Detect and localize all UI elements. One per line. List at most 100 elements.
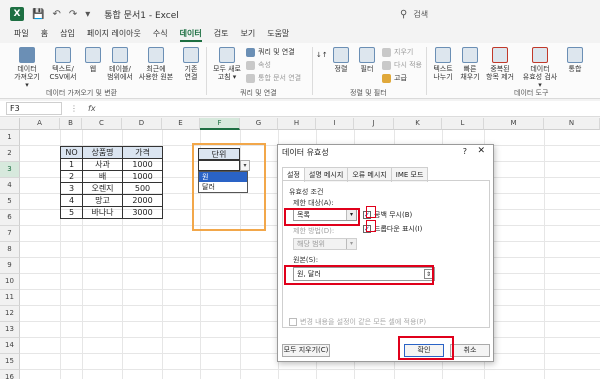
table-cell[interactable]: 배 bbox=[82, 170, 123, 183]
row-header[interactable]: 7 bbox=[0, 226, 20, 242]
table-cell[interactable]: 1 bbox=[60, 158, 83, 171]
close-button[interactable]: ✕ bbox=[477, 146, 485, 156]
header-cell[interactable]: 가격 bbox=[122, 146, 163, 159]
row-header[interactable]: 1 bbox=[0, 130, 20, 146]
name-box[interactable]: F3 bbox=[6, 102, 62, 115]
row-header[interactable]: 6 bbox=[0, 210, 20, 226]
tab-review[interactable]: 검토 bbox=[210, 28, 237, 42]
column-header[interactable]: A bbox=[20, 118, 60, 130]
properties-button[interactable]: 속성 bbox=[246, 60, 271, 70]
column-header[interactable]: D bbox=[122, 118, 162, 130]
dropdown-option-dollar[interactable]: 달러 bbox=[199, 182, 247, 192]
row-header[interactable]: 2 bbox=[0, 146, 20, 162]
dropdown-arrow-button[interactable]: ▾ bbox=[240, 160, 250, 171]
tab-data[interactable]: 데이터 bbox=[176, 28, 210, 42]
unit-header-cell[interactable]: 단위 bbox=[198, 148, 240, 160]
table-cell[interactable]: 사과 bbox=[82, 158, 123, 171]
header-cell[interactable]: 상품명 bbox=[82, 146, 123, 159]
row-header[interactable]: 15 bbox=[0, 354, 20, 370]
row-header[interactable]: 16 bbox=[0, 370, 20, 379]
customize-icon[interactable]: ▾ bbox=[85, 9, 90, 20]
clear-all-button[interactable]: 모두 지우기(C) bbox=[282, 344, 330, 357]
column-header[interactable]: H bbox=[278, 118, 316, 130]
tab-home[interactable]: 홈 bbox=[37, 28, 56, 42]
existing-connections-button[interactable]: 기존 연결 bbox=[180, 47, 202, 81]
column-header-selected[interactable]: F bbox=[200, 118, 240, 130]
edit-links-button[interactable]: 통합 문서 연결 bbox=[246, 73, 301, 83]
get-data-button[interactable]: 데이터 가져오기 ▾ bbox=[14, 47, 40, 89]
tab-view[interactable]: 보기 bbox=[236, 28, 263, 42]
row-header[interactable]: 4 bbox=[0, 178, 20, 194]
consolidate-button[interactable]: 통합 bbox=[564, 47, 586, 73]
table-cell[interactable]: 1000 bbox=[122, 170, 163, 183]
filter-button[interactable]: 필터 bbox=[358, 47, 376, 73]
flash-fill-button[interactable]: 빠른 채우기 bbox=[458, 47, 482, 81]
column-header[interactable]: K bbox=[394, 118, 442, 130]
settings-panel: 유효성 조건 제한 대상(A): 목록 ▾ ✓ 공백 무시(B) ✓ 드롭다운 … bbox=[282, 180, 490, 328]
table-range-button[interactable]: 테이블/ 범위에서 bbox=[104, 47, 136, 81]
column-header[interactable]: N bbox=[544, 118, 600, 130]
column-header[interactable]: I bbox=[316, 118, 354, 130]
row-header[interactable]: 5 bbox=[0, 194, 20, 210]
column-header[interactable]: C bbox=[82, 118, 122, 130]
row-header[interactable]: 8 bbox=[0, 242, 20, 258]
select-all-corner[interactable] bbox=[0, 118, 20, 130]
column-header[interactable]: G bbox=[240, 118, 278, 130]
tab-help[interactable]: 도움말 bbox=[263, 28, 297, 42]
web-button[interactable]: 웹 bbox=[84, 47, 102, 73]
sort-button[interactable]: 정렬 bbox=[332, 47, 350, 73]
row-header[interactable]: 10 bbox=[0, 274, 20, 290]
sort-az-button[interactable]: ↓↑ bbox=[316, 51, 328, 59]
table-cell[interactable]: 500 bbox=[122, 182, 163, 195]
queries-connections-button[interactable]: 쿼리 및 연결 bbox=[246, 47, 295, 57]
save-icon[interactable]: 💾 bbox=[32, 9, 44, 20]
undo-icon[interactable]: ↶ bbox=[52, 9, 60, 20]
text-to-columns-button[interactable]: 텍스트 나누기 bbox=[430, 47, 456, 81]
column-header[interactable]: E bbox=[162, 118, 200, 130]
row-header[interactable]: 9 bbox=[0, 258, 20, 274]
table-cell[interactable]: 2000 bbox=[122, 194, 163, 207]
tab-page-layout[interactable]: 페이지 레이아웃 bbox=[83, 28, 149, 42]
advanced-filter-button[interactable]: 고급 bbox=[382, 73, 407, 83]
table-cell[interactable]: 1000 bbox=[122, 158, 163, 171]
table-cell[interactable]: 망고 bbox=[82, 194, 123, 207]
column-header[interactable]: B bbox=[60, 118, 82, 130]
data-validation-button[interactable]: 데이터 유효성 검사 ▾ bbox=[520, 47, 560, 89]
help-button[interactable]: ? bbox=[463, 147, 467, 156]
column-header[interactable]: J bbox=[354, 118, 394, 130]
table-cell[interactable]: 오렌지 bbox=[82, 182, 123, 195]
column-header[interactable]: L bbox=[442, 118, 484, 130]
row-header[interactable]: 12 bbox=[0, 306, 20, 322]
table-cell[interactable]: 3000 bbox=[122, 206, 163, 219]
column-header[interactable]: M bbox=[484, 118, 544, 130]
redo-icon[interactable]: ↷ bbox=[69, 9, 77, 20]
table-cell[interactable]: 2 bbox=[60, 170, 83, 183]
row-header-selected[interactable]: 3 bbox=[0, 162, 20, 178]
text-to-columns-label: 텍스트 나누기 bbox=[433, 65, 453, 81]
table-cell[interactable]: 4 bbox=[60, 194, 83, 207]
unit-selected-cell[interactable] bbox=[198, 160, 240, 171]
row-header[interactable]: 11 bbox=[0, 290, 20, 306]
table-cell[interactable]: 바나나 bbox=[82, 206, 123, 219]
search-box[interactable]: ⚲ 검색 bbox=[400, 6, 600, 22]
refresh-all-button[interactable]: 모두 새로 고침 ▾ bbox=[212, 47, 242, 81]
text-csv-button[interactable]: 텍스트/ CSV에서 bbox=[48, 47, 78, 81]
table-cell[interactable]: 5 bbox=[60, 206, 83, 219]
tab-file[interactable]: 파일 bbox=[10, 28, 37, 42]
reapply-button[interactable]: 다시 적용 bbox=[382, 60, 422, 70]
recent-sources-button[interactable]: 최근에 사용한 원본 bbox=[136, 47, 176, 81]
header-cell[interactable]: NO bbox=[60, 146, 83, 159]
clear-filter-button[interactable]: 지우기 bbox=[382, 47, 413, 57]
row-header[interactable]: 14 bbox=[0, 338, 20, 354]
dropdown-option-won[interactable]: 원 bbox=[199, 172, 247, 182]
row-header[interactable]: 13 bbox=[0, 322, 20, 338]
remove-duplicates-button[interactable]: 중복된 항목 제거 bbox=[484, 47, 516, 81]
table-cell[interactable]: 3 bbox=[60, 182, 83, 195]
insert-function-button[interactable]: fx bbox=[88, 104, 96, 113]
cancel-button[interactable]: 취소 bbox=[450, 344, 490, 357]
tab-insert[interactable]: 삽입 bbox=[56, 28, 83, 42]
tab-formulas[interactable]: 수식 bbox=[149, 28, 176, 42]
data-select[interactable]: 해당 범위 ▾ bbox=[293, 238, 357, 250]
reapply-icon bbox=[382, 60, 391, 70]
apply-all-checkbox[interactable]: 변경 내용을 설정이 같은 모든 셀에 적용(P) bbox=[289, 317, 426, 327]
